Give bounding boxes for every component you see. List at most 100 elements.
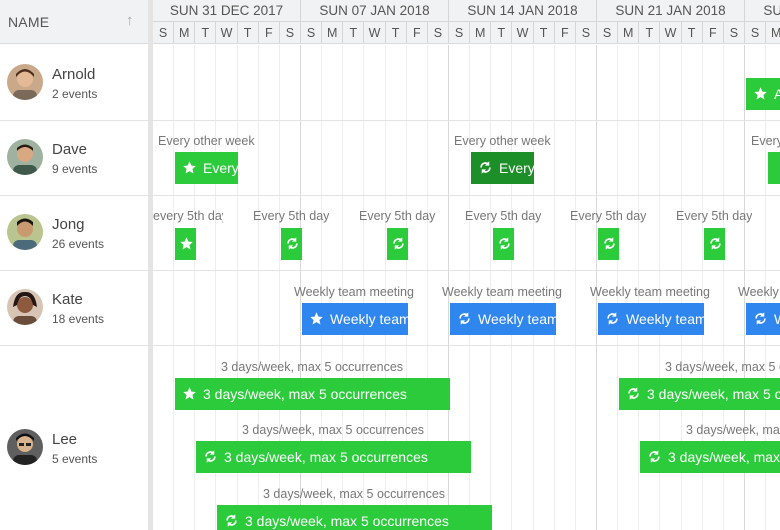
event-text: Weekly team	[478, 311, 556, 327]
event-bar[interactable]: 3 days/week, max 5 occurrences	[640, 441, 780, 473]
event-text: Weekly team	[626, 311, 704, 327]
event-label: Weekly team meeting	[294, 285, 414, 299]
avatar	[7, 214, 43, 250]
day-header: T	[534, 22, 555, 44]
day-header: T	[195, 22, 217, 44]
event-bar[interactable]	[768, 152, 780, 184]
repeat-icon	[499, 237, 510, 250]
event-label: 3 days/week, max 5 occurrences	[263, 487, 446, 501]
event-label: Every	[751, 134, 780, 148]
event-count: 9 events	[52, 162, 98, 176]
day-header: S	[280, 22, 301, 44]
resource-name: Jong	[52, 216, 85, 233]
day-header: S	[745, 22, 767, 44]
event-bar[interactable]	[598, 228, 619, 260]
avatar	[7, 429, 43, 465]
event-label: Every 5th day	[676, 209, 753, 223]
arrow-up-icon[interactable]: ↑	[126, 12, 134, 29]
event-bar[interactable]: Weekly team	[450, 303, 556, 335]
event-label: 3 days/week, max 5 occurrences	[242, 423, 425, 437]
event-bar[interactable]	[175, 228, 196, 260]
event-bar[interactable]: 3 days/week, max 5 occurrences	[217, 505, 492, 530]
resource-row-dave[interactable]: Dave 9 events	[0, 120, 148, 195]
day-header: W	[364, 22, 386, 44]
event-text: 3 days/week, max 5 occurrences	[224, 449, 428, 465]
repeat-icon	[287, 237, 298, 250]
day-header: M	[618, 22, 640, 44]
day-header: F	[259, 22, 280, 44]
repeat-icon	[649, 450, 660, 463]
event-label: 3 days/week, max 5 occurrences	[221, 360, 404, 374]
event-text: Weekly team	[330, 311, 408, 327]
week-header: SUN 28 JAN 2018	[745, 0, 780, 22]
event-bar[interactable]	[387, 228, 408, 260]
day-header: T	[682, 22, 703, 44]
event-count: 5 events	[52, 452, 98, 466]
repeat-icon	[607, 312, 618, 325]
event-text: W	[774, 311, 780, 327]
event-bar[interactable]: A	[746, 78, 780, 110]
day-header: S	[428, 22, 449, 44]
star-icon	[183, 161, 196, 174]
event-bar[interactable]: Every	[175, 152, 238, 184]
event-text: Every	[499, 160, 534, 176]
day-header: M	[322, 22, 344, 44]
day-header: S	[301, 22, 323, 44]
event-bar[interactable]: Weekly team	[302, 303, 408, 335]
resource-row-jong[interactable]: Jong 26 events	[0, 195, 148, 270]
event-label: Every 5th day	[253, 209, 330, 223]
day-header: T	[343, 22, 365, 44]
event-bar[interactable]: 3 days/week, max 5 occurrences	[196, 441, 471, 473]
event-count: 2 events	[52, 87, 98, 101]
resource-row-lee[interactable]: Lee 5 events	[0, 345, 148, 530]
event-bar[interactable]: 3 days/week, max 5 occurrences	[175, 378, 450, 410]
event-bar[interactable]	[493, 228, 514, 260]
repeat-icon	[480, 161, 491, 174]
day-header: F	[555, 22, 576, 44]
event-text: 3 days/week, max 5 occurrences	[647, 386, 780, 402]
event-label: Every other week	[158, 134, 255, 148]
event-bar[interactable]	[281, 228, 302, 260]
event-label: Every 5th day	[465, 209, 542, 223]
event-bar[interactable]	[704, 228, 725, 260]
event-count: 18 events	[52, 312, 105, 326]
resource-name: Dave	[52, 141, 88, 158]
repeat-icon	[205, 450, 216, 463]
repeat-icon	[226, 514, 237, 527]
name-column-header[interactable]: NAME ↑	[0, 0, 148, 44]
day-header: S	[153, 22, 175, 44]
repeat-icon	[710, 237, 721, 250]
day-header: T	[386, 22, 407, 44]
event-label: every 5th day	[153, 209, 223, 223]
event-label: 3 days/week, max 5 occurrences	[665, 360, 780, 374]
grid-line	[574, 45, 576, 530]
day-header: M	[470, 22, 492, 44]
star-icon	[754, 87, 767, 100]
scheduler: NAME ↑ SUN 31 DEC 2017 SUN 07 JAN 2018 S…	[0, 0, 780, 530]
avatar	[7, 64, 43, 100]
avatar	[7, 139, 43, 175]
resource-name: Kate	[52, 291, 83, 308]
day-header: S	[449, 22, 471, 44]
repeat-icon	[393, 237, 404, 250]
name-column-label: NAME	[8, 14, 50, 30]
day-header: M	[766, 22, 780, 44]
resource-row-kate[interactable]: Kate 18 events	[0, 270, 148, 345]
day-header: F	[407, 22, 428, 44]
event-bar[interactable]: Every	[471, 152, 534, 184]
event-bar[interactable]: Weekly team	[598, 303, 704, 335]
day-header: S	[597, 22, 619, 44]
repeat-icon	[459, 312, 470, 325]
resource-row-arnold[interactable]: Arnold 2 events	[0, 45, 148, 120]
resource-name: Arnold	[52, 66, 96, 83]
event-label: 3 days/week, max 5 occurrences	[686, 423, 780, 437]
event-bar[interactable]: 3 days/week, max 5 occurrences	[619, 378, 780, 410]
week-header: SUN 21 JAN 2018	[597, 0, 745, 22]
event-bar[interactable]: W	[746, 303, 780, 335]
day-header: T	[491, 22, 513, 44]
event-text: 3 days/week, max 5 occurrences	[203, 386, 407, 402]
day-header: T	[639, 22, 661, 44]
day-header: W	[216, 22, 238, 44]
event-label: Weekly	[738, 285, 779, 299]
event-label: Weekly team meeting	[590, 285, 710, 299]
